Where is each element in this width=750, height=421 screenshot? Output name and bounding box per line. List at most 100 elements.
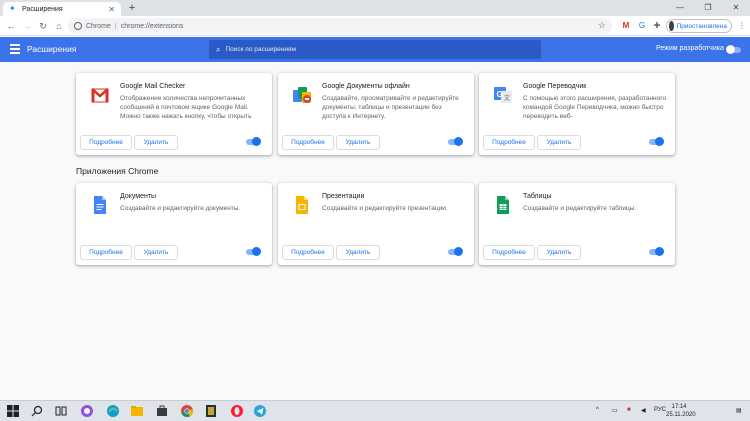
search-box[interactable]: ⌕ — [209, 40, 541, 59]
new-tab-button[interactable]: + — [126, 2, 138, 14]
address-bar[interactable]: Chrome | chrome://extensions ☆ — [68, 18, 612, 34]
app-card: Документы Создавайте и редактируйте доку… — [76, 183, 272, 265]
extension-card: Google Документы офлайн Создавайте, прос… — [278, 73, 474, 155]
telegram-icon[interactable] — [253, 404, 267, 418]
extension-name: Google Mail Checker — [120, 83, 186, 90]
remove-button[interactable]: Удалить — [134, 245, 178, 260]
extension-name: Google Документы офлайн — [322, 83, 410, 90]
details-button[interactable]: Подробнее — [282, 135, 334, 150]
extension-card: G 文 Google Переводчик С помощью этого ра… — [479, 73, 675, 155]
windows-taskbar: ^ ▭ ■ ◀ РУС 17:14 25.11.2020 ▤ — [0, 400, 750, 421]
chrome-icon — [74, 22, 82, 30]
app-name: Документы — [120, 193, 157, 200]
minimize-button[interactable]: — — [666, 0, 694, 16]
app-description: Создавайте и редактируйте таблицы. — [523, 205, 637, 212]
windows-start-icon[interactable] — [6, 404, 20, 418]
details-button[interactable]: Подробнее — [282, 245, 334, 260]
alice-icon[interactable] — [80, 404, 94, 418]
tab-strip: ✦ Расширения ✕ + — ❐ ✕ — [0, 0, 750, 16]
svg-text:文: 文 — [504, 94, 510, 102]
extension-enable-toggle[interactable] — [649, 137, 664, 146]
address-separator: | — [114, 22, 117, 30]
google-translate-icon: G 文 — [494, 87, 512, 103]
clock-date: 25.11.2020 — [666, 412, 696, 418]
app-card: Презентации Создавайте и редактируйте пр… — [278, 183, 474, 265]
action-center-icon[interactable]: ▤ — [736, 407, 742, 414]
task-view-icon[interactable] — [54, 404, 68, 418]
menu-kebab-icon[interactable]: ⋮ — [736, 20, 748, 32]
gmail-extension-icon[interactable]: M — [620, 20, 632, 32]
forward-button[interactable]: → — [20, 19, 34, 33]
docs-icon — [94, 196, 106, 214]
notification-app-icon[interactable]: ■ — [627, 407, 631, 413]
apps-section-title: Приложения Chrome — [76, 166, 159, 176]
gmail-icon — [91, 88, 109, 103]
clock-time: 17:14 — [671, 404, 687, 410]
extensions-main: Google Mail Checker Отображение количест… — [0, 62, 750, 400]
reload-button[interactable]: ↻ — [36, 19, 50, 33]
avatar — [669, 21, 674, 31]
home-button[interactable]: ⌂ — [52, 19, 66, 33]
system-clock[interactable]: 17:14 25.11.2020 — [666, 403, 696, 419]
maximize-button[interactable]: ❐ — [694, 0, 722, 16]
tray-chevron-icon[interactable]: ^ — [596, 407, 599, 413]
slides-icon — [296, 196, 308, 214]
network-icon[interactable]: ▭ — [612, 407, 618, 414]
translate-extension-icon[interactable]: G — [636, 20, 648, 32]
remove-button[interactable]: Удалить — [336, 245, 380, 260]
browser-toolbar: ← → ↻ ⌂ Chrome | chrome://extensions ☆ M… — [0, 16, 750, 36]
extension-description: С помощью этого расширения, разработанно… — [523, 95, 667, 120]
extension-enable-toggle[interactable] — [246, 137, 261, 146]
language-indicator[interactable]: РУС — [654, 407, 666, 413]
hamburger-menu-icon[interactable] — [10, 44, 20, 54]
extension-card: Google Mail Checker Отображение количест… — [76, 73, 272, 155]
address-site: Chrome — [86, 22, 111, 30]
extension-enable-toggle[interactable] — [448, 137, 463, 146]
app-enable-toggle[interactable] — [649, 247, 664, 256]
profile-status: Приостановлена — [676, 22, 727, 30]
details-button[interactable]: Подробнее — [80, 245, 132, 260]
extensions-puzzle-icon[interactable]: ✚ — [651, 20, 663, 32]
details-button[interactable]: Подробнее — [483, 135, 535, 150]
remove-button[interactable]: Удалить — [336, 135, 380, 150]
app-description: Создавайте и редактируйте документы. — [120, 205, 241, 212]
docs-offline-icon — [293, 87, 311, 103]
page-title: Расширения — [27, 44, 77, 54]
details-button[interactable]: Подробнее — [80, 135, 132, 150]
edge-icon[interactable] — [106, 404, 120, 418]
app-card: Таблицы Создавайте и редактируйте таблиц… — [479, 183, 675, 265]
dev-mode-toggle[interactable] — [726, 45, 741, 54]
remove-button[interactable]: Удалить — [537, 135, 581, 150]
store-icon[interactable] — [155, 404, 169, 418]
tab-extensions[interactable]: ✦ Расширения ✕ — [3, 2, 121, 16]
app-taskbar-icon[interactable] — [204, 404, 218, 418]
app-name: Презентации — [322, 193, 365, 200]
opera-icon[interactable] — [230, 404, 244, 418]
speaker-icon[interactable]: ◀ — [641, 407, 646, 414]
file-explorer-icon[interactable] — [130, 404, 144, 418]
app-name: Таблицы — [523, 193, 552, 200]
search-icon[interactable] — [30, 404, 44, 418]
chrome-taskbar-icon[interactable] — [180, 404, 194, 418]
address-url: chrome://extensions — [120, 22, 184, 30]
extension-name: Google Переводчик — [523, 83, 587, 90]
close-tab-icon[interactable]: ✕ — [108, 5, 115, 14]
svg-text:G: G — [497, 90, 503, 99]
search-input[interactable] — [225, 46, 526, 53]
sheets-icon — [497, 196, 509, 214]
close-window-button[interactable]: ✕ — [722, 0, 750, 16]
extension-description: Отображение количества непрочитанных соо… — [120, 95, 252, 120]
details-button[interactable]: Подробнее — [483, 245, 535, 260]
profile-button[interactable]: Приостановлена — [666, 19, 732, 33]
back-button[interactable]: ← — [4, 19, 18, 33]
app-enable-toggle[interactable] — [246, 247, 261, 256]
extensions-header: Расширения ⌕ Режим разработчика — [0, 37, 750, 62]
remove-button[interactable]: Удалить — [537, 245, 581, 260]
app-enable-toggle[interactable] — [448, 247, 463, 256]
search-icon: ⌕ — [216, 44, 221, 54]
bookmark-star-icon[interactable]: ☆ — [598, 20, 606, 31]
extension-description: Создавайте, просматривайте и редактируйт… — [322, 95, 459, 120]
remove-button[interactable]: Удалить — [134, 135, 178, 150]
puzzle-icon: ✦ — [9, 4, 16, 13]
dev-mode-label: Режим разработчика — [656, 45, 724, 52]
